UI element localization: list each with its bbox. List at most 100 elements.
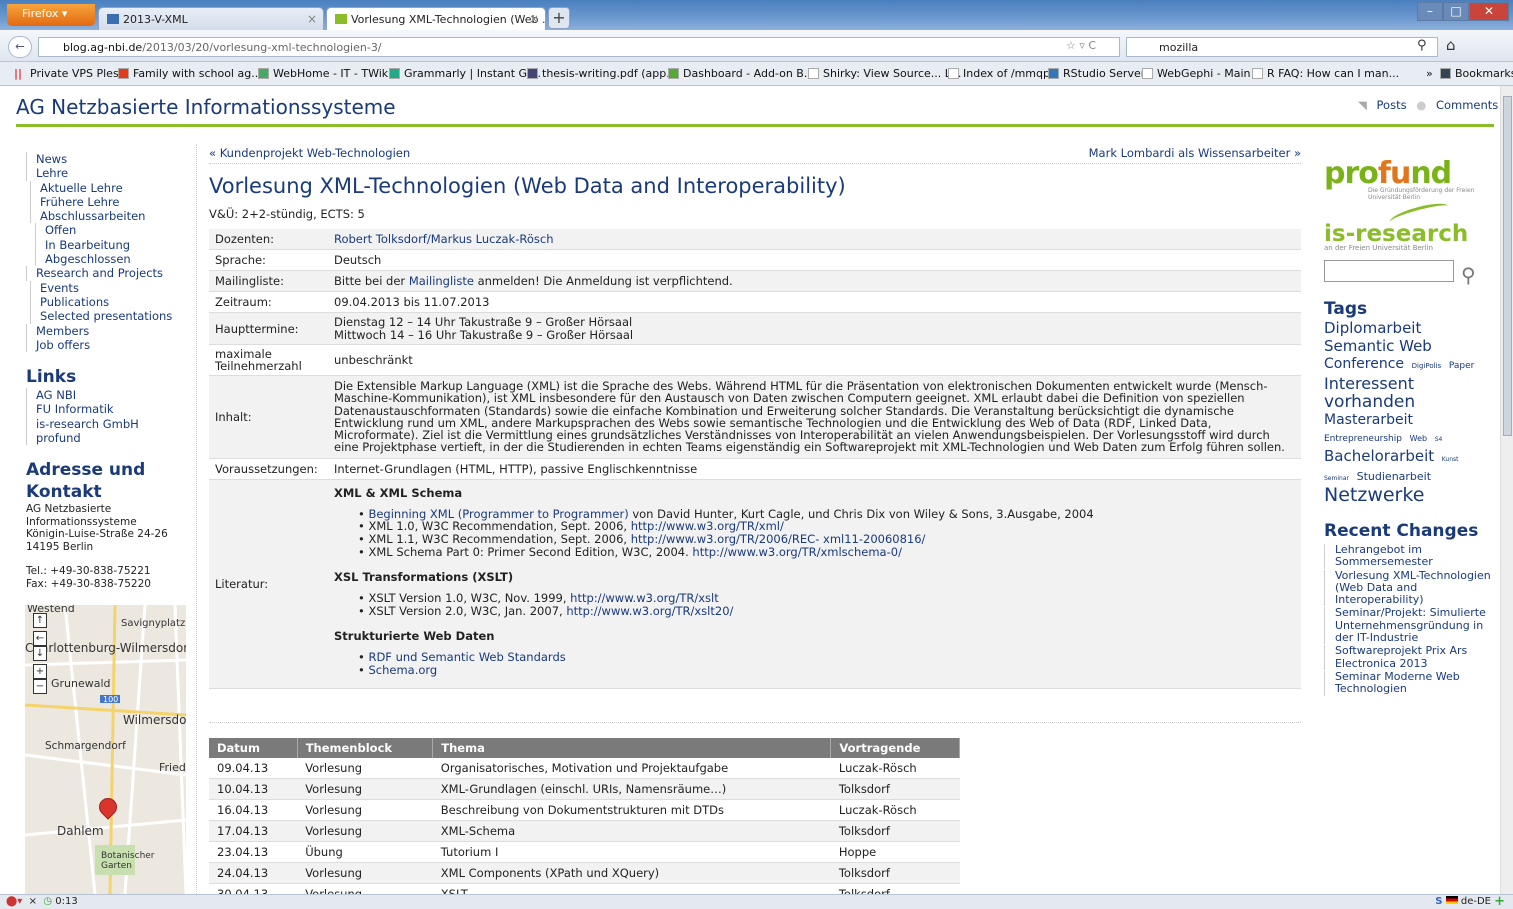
close-tab-icon[interactable]: × bbox=[307, 12, 317, 26]
bookmark-item[interactable]: RStudio Server bbox=[1048, 67, 1145, 80]
back-button[interactable]: ← bbox=[8, 36, 32, 58]
tag-link[interactable]: Bachelorarbeit bbox=[1324, 447, 1434, 465]
pan-down-icon[interactable]: ↓ bbox=[33, 646, 47, 661]
bookmark-item[interactable]: Private VPS Plesk bbox=[30, 67, 125, 80]
zoom-in-icon[interactable]: + bbox=[33, 664, 47, 679]
next-post-link[interactable]: Mark Lombardi als Wissensarbeiter » bbox=[1089, 146, 1301, 160]
bookmark-item[interactable]: Shirky: View Source... L... bbox=[808, 67, 961, 80]
sidebar-link[interactable]: AG NBI bbox=[26, 388, 196, 403]
sidebar-link[interactable]: FU Informatik bbox=[26, 402, 196, 417]
sidebar-item[interactable]: Research and Projects bbox=[26, 266, 196, 281]
tag-link[interactable]: Conference bbox=[1324, 356, 1404, 372]
sidebar-item[interactable]: Publications bbox=[30, 294, 196, 310]
bookmark-star-icon[interactable]: ☆ ▿ C bbox=[1066, 39, 1096, 52]
sidebar-item[interactable]: In Bearbeitung bbox=[35, 237, 196, 253]
recent-change-link[interactable]: Lehrangebot im Sommersemester bbox=[1324, 543, 1494, 569]
recent-change-link[interactable]: Vorlesung XML-Technologien (Web Data and… bbox=[1324, 569, 1494, 607]
sidebar-item[interactable]: Abgeschlossen bbox=[35, 252, 196, 267]
search-icon[interactable]: ⚲ bbox=[1461, 263, 1476, 287]
previous-post-link[interactable]: « Kundenprojekt Web-Technologien bbox=[209, 146, 410, 160]
pan-up-icon[interactable]: ↑ bbox=[33, 613, 47, 628]
schedule-table: Datum Themenblock Thema Vortragende 09.04.1… bbox=[209, 737, 960, 894]
tag-link[interactable]: DigiPolis bbox=[1412, 362, 1442, 370]
home-icon[interactable]: ⌂ bbox=[1446, 36, 1456, 54]
row-key: Mailingliste: bbox=[209, 270, 328, 292]
bookmark-item[interactable]: Grammarly | Instant Gr... bbox=[389, 67, 541, 80]
firefox-menu-button[interactable]: Firefox ▾ bbox=[7, 4, 95, 26]
sidebar-item[interactable]: Events bbox=[30, 280, 196, 295]
sidebar-item[interactable]: Abschlussarbeiten bbox=[30, 209, 196, 224]
mailing-list-link[interactable]: Mailingliste bbox=[409, 274, 474, 288]
sidebar-search-input[interactable] bbox=[1324, 260, 1454, 282]
rss-posts-link[interactable]: ◥ Posts bbox=[1352, 98, 1407, 112]
address-bar[interactable]: blog.ag-nbi.de/2013/03/20/vorlesung-xml-… bbox=[38, 37, 1120, 57]
sidebar-item[interactable]: News bbox=[26, 152, 196, 167]
close-icon[interactable]: × bbox=[29, 896, 37, 907]
sidebar-link[interactable]: profund bbox=[26, 430, 196, 446]
sidebar-item[interactable]: Members bbox=[26, 323, 196, 338]
bookmark-item[interactable]: Dashboard - Add-on B... bbox=[668, 67, 814, 80]
search-icon[interactable]: ⚲ bbox=[1417, 38, 1427, 53]
profund-logo[interactable]: profund bbox=[1324, 156, 1494, 191]
address-widget: Adresse und Kontakt AG Netzbasierte Info… bbox=[26, 459, 196, 590]
bookmarks-overflow-button[interactable]: » bbox=[1426, 67, 1433, 80]
bookmark-item[interactable]: WebHome - IT - TWiki bbox=[258, 67, 391, 80]
lecturers-link[interactable]: Robert Tolksdorf/Markus Luczak-Rösch bbox=[334, 232, 553, 246]
minimize-button[interactable]: – bbox=[1417, 2, 1443, 21]
literature-link[interactable]: http://www.w3.org/TR/xmlschema-0/ bbox=[692, 545, 902, 559]
bookmark-item[interactable]: Family with school ag... bbox=[118, 67, 262, 80]
maximize-button[interactable]: □ bbox=[1443, 2, 1469, 21]
sidebar-item[interactable]: Aktuelle Lehre bbox=[30, 180, 196, 195]
zoom-out-icon[interactable]: − bbox=[33, 679, 47, 694]
sidebar-item[interactable]: Lehre bbox=[26, 166, 196, 181]
sidebar-item[interactable]: Offen bbox=[35, 223, 196, 238]
tag-link[interactable]: Web bbox=[1410, 434, 1427, 443]
close-window-button[interactable]: ✕ bbox=[1469, 2, 1509, 21]
literature-link[interactable]: Schema.org bbox=[368, 663, 437, 677]
bookmark-item[interactable]: R FAQ: How can I man... bbox=[1252, 67, 1399, 80]
sidebar-item[interactable]: Job offers bbox=[26, 337, 196, 353]
tag-link[interactable]: Entrepreneurship bbox=[1324, 434, 1402, 444]
sidebar-item[interactable]: Selected presentations bbox=[30, 309, 196, 324]
recent-change-link[interactable]: Seminar/Projekt: Simulierte Unternehmens… bbox=[1324, 607, 1494, 645]
row-key: Haupttermine: bbox=[209, 312, 328, 345]
tag-link[interactable]: Diplomarbeit bbox=[1324, 319, 1421, 337]
rss-comments-link[interactable]: ● Comments bbox=[1410, 98, 1498, 112]
recent-change-link[interactable]: Softwareprojekt Prix Ars Electronica 201… bbox=[1324, 645, 1494, 670]
tag-link[interactable]: Seminar bbox=[1324, 475, 1349, 482]
adblock-icon[interactable]: ⬤▾ bbox=[6, 896, 22, 907]
bookmark-item[interactable]: Index of /mmqp bbox=[948, 67, 1050, 80]
tag-link[interactable]: Studienarbeit bbox=[1357, 470, 1431, 483]
search-input[interactable]: mozilla bbox=[1126, 37, 1438, 57]
scrollbar-thumb[interactable] bbox=[1503, 96, 1512, 436]
pan-left-icon[interactable]: ← bbox=[33, 631, 47, 646]
tag-link[interactable]: Paper bbox=[1449, 361, 1475, 371]
tag-link[interactable]: vorhanden bbox=[1324, 392, 1415, 412]
site-title[interactable]: AG Netzbasierte Informationssysteme bbox=[16, 95, 396, 119]
bookmarks-menu-button[interactable]: Bookmarks bbox=[1440, 67, 1513, 80]
tag-link[interactable]: Interessent bbox=[1324, 374, 1414, 393]
comment-icon: ● bbox=[1416, 98, 1427, 112]
tag-link[interactable]: Semantic Web bbox=[1324, 337, 1432, 355]
sidebar-item[interactable]: Frühere Lehre bbox=[30, 194, 196, 210]
tab-2013-v-xml[interactable]: 2013-V-XML × bbox=[98, 7, 324, 31]
addon-plus-icon[interactable]: + bbox=[1494, 894, 1505, 909]
map-widget[interactable]: Westend Savignyplatz Charlottenburg-Wilm… bbox=[25, 605, 186, 894]
feed-links: ◥ Posts ● Comments bbox=[1352, 98, 1498, 112]
literature-link[interactable]: http://www.w3.org/TR/xslt20/ bbox=[566, 604, 733, 618]
bookmark-item[interactable]: thesis-writing.pdf (app... bbox=[527, 67, 677, 80]
tag-link[interactable]: S4 bbox=[1435, 436, 1443, 443]
tab-vorlesung[interactable]: Vorlesung XML-Technologien (Web ... × bbox=[326, 7, 546, 31]
language-indicator[interactable]: S de-DE bbox=[1435, 896, 1491, 907]
close-tab-icon[interactable]: × bbox=[529, 12, 539, 26]
tag-link[interactable]: Kunst bbox=[1442, 456, 1459, 463]
row-value: Internet-Grundlagen (HTML, HTTP), passiv… bbox=[328, 458, 1301, 480]
tag-link[interactable]: Masterarbeit bbox=[1324, 412, 1413, 428]
new-tab-button[interactable]: + bbox=[548, 7, 570, 29]
sidebar-search: ⚲ bbox=[1324, 260, 1494, 292]
tag-link[interactable]: Netzwerke bbox=[1324, 484, 1424, 506]
bookmark-item[interactable]: WebGephi - Main bbox=[1142, 67, 1251, 80]
page-scrollbar[interactable] bbox=[1500, 86, 1513, 894]
recent-change-link[interactable]: Seminar Moderne Web Technologien bbox=[1324, 670, 1494, 696]
sidebar-link[interactable]: is-research GmbH bbox=[26, 416, 196, 431]
